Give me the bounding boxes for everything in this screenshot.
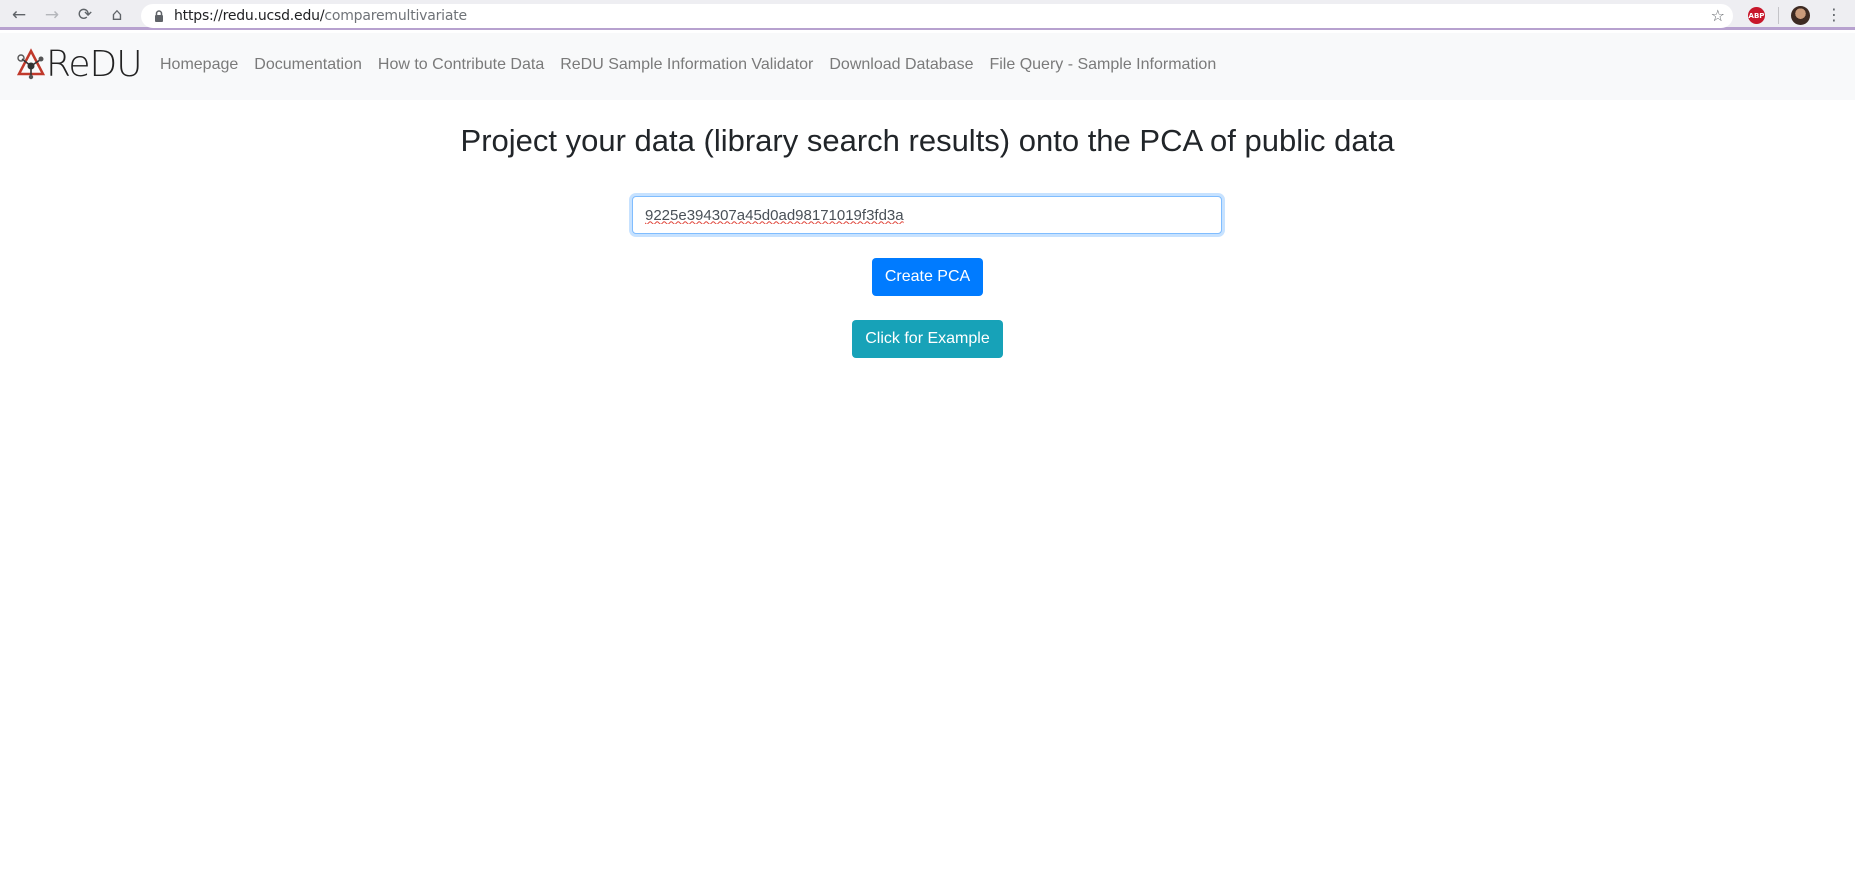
star-icon[interactable]: ☆ (1711, 6, 1725, 25)
home-icon[interactable]: ⌂ (107, 5, 127, 25)
nav-download-database[interactable]: Download Database (829, 56, 973, 74)
nav-file-query[interactable]: File Query - Sample Information (989, 56, 1216, 74)
kebab-menu-icon[interactable]: ⋮ (1826, 5, 1842, 24)
url-path: comparemultivariate (324, 8, 467, 24)
page-title: Project your data (library search result… (460, 123, 1395, 158)
url-text[interactable]: https://redu.ucsd.edu/comparemultivariat… (174, 8, 467, 24)
toolbar-divider (1778, 7, 1779, 24)
adblock-extension-icon[interactable]: ABP (1748, 7, 1765, 24)
reload-icon[interactable]: ⟳ (75, 5, 95, 25)
browser-toolbar: ← → ⟳ ⌂ https://redu.ucsd.edu/comparemul… (0, 0, 1855, 30)
nav-how-to-contribute[interactable]: How to Contribute Data (378, 56, 544, 74)
task-id-input[interactable] (632, 196, 1222, 234)
redu-molecule-logo-icon (16, 48, 46, 80)
nav-sample-validator[interactable]: ReDU Sample Information Validator (560, 56, 813, 74)
nav-documentation[interactable]: Documentation (254, 56, 362, 74)
brand-name: ReDU (46, 43, 143, 85)
profile-avatar[interactable] (1791, 6, 1810, 25)
forward-arrow-icon[interactable]: → (42, 5, 62, 25)
url-host: https://redu.ucsd.edu/ (174, 8, 325, 24)
site-navbar: ReDU Homepage Documentation How to Contr… (0, 33, 1855, 100)
create-pca-button[interactable]: Create PCA (872, 258, 983, 296)
lock-icon (155, 10, 163, 22)
address-bar[interactable]: https://redu.ucsd.edu/comparemultivariat… (141, 4, 1733, 28)
back-arrow-icon[interactable]: ← (9, 5, 29, 25)
brand-link[interactable]: ReDU (16, 43, 143, 85)
nav-homepage[interactable]: Homepage (160, 56, 238, 74)
nav-links: Homepage Documentation How to Contribute… (160, 56, 1232, 74)
example-button[interactable]: Click for Example (852, 320, 1003, 358)
